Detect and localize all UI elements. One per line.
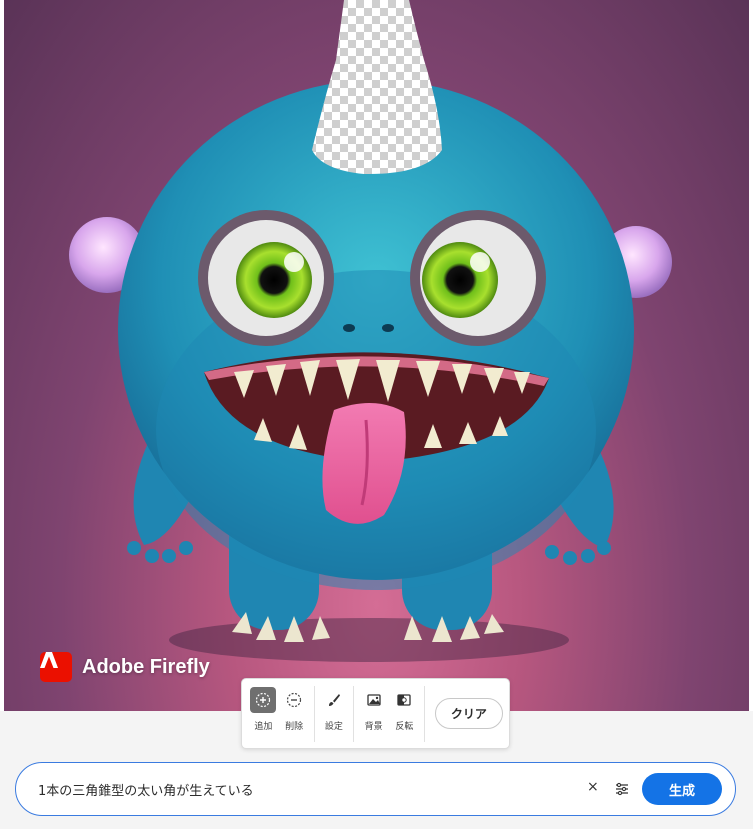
clear-prompt-icon[interactable]: ×	[587, 779, 599, 795]
toolbar-divider	[423, 685, 425, 742]
toolbar-divider	[353, 685, 355, 742]
adobe-logo-icon	[40, 652, 72, 682]
generate-button[interactable]: 生成	[642, 773, 722, 805]
sliders-icon[interactable]	[615, 781, 629, 800]
tool-add-label: 追加	[254, 721, 273, 732]
tool-subtract-label: 削除	[285, 721, 304, 732]
prompt-input[interactable]: 1本の三角錐型の太い角が生えている	[38, 780, 254, 799]
toolbar-divider	[313, 685, 315, 742]
tool-invert[interactable]: 反転	[389, 687, 420, 741]
invert-icon	[397, 693, 412, 706]
tool-background-label: 背景	[364, 721, 383, 732]
subtract-brush-icon	[287, 692, 302, 707]
tool-settings-label: 設定	[324, 721, 343, 732]
clear-button[interactable]: クリア	[434, 698, 504, 729]
tool-subtract[interactable]: 削除	[279, 687, 310, 741]
add-brush-icon	[256, 692, 271, 707]
brush-settings-icon	[328, 693, 340, 706]
background-icon	[366, 693, 381, 706]
tool-invert-label: 反転	[395, 721, 414, 732]
tool-settings[interactable]: 設定	[319, 687, 350, 741]
prompt-bar: 1本の三角錐型の太い角が生えている × 生成	[15, 762, 736, 816]
watermark-text: Adobe Firefly	[82, 655, 210, 678]
image-canvas[interactable]: Adobe Firefly	[4, 0, 749, 711]
monster-illustration	[69, 0, 672, 662]
tool-background[interactable]: 背景	[358, 687, 389, 741]
tool-add[interactable]: 追加	[248, 686, 279, 741]
inpaint-toolbar: 追加 削除 設定 背景 反転 クリア	[241, 678, 510, 749]
adobe-firefly-watermark: Adobe Firefly	[40, 652, 210, 682]
